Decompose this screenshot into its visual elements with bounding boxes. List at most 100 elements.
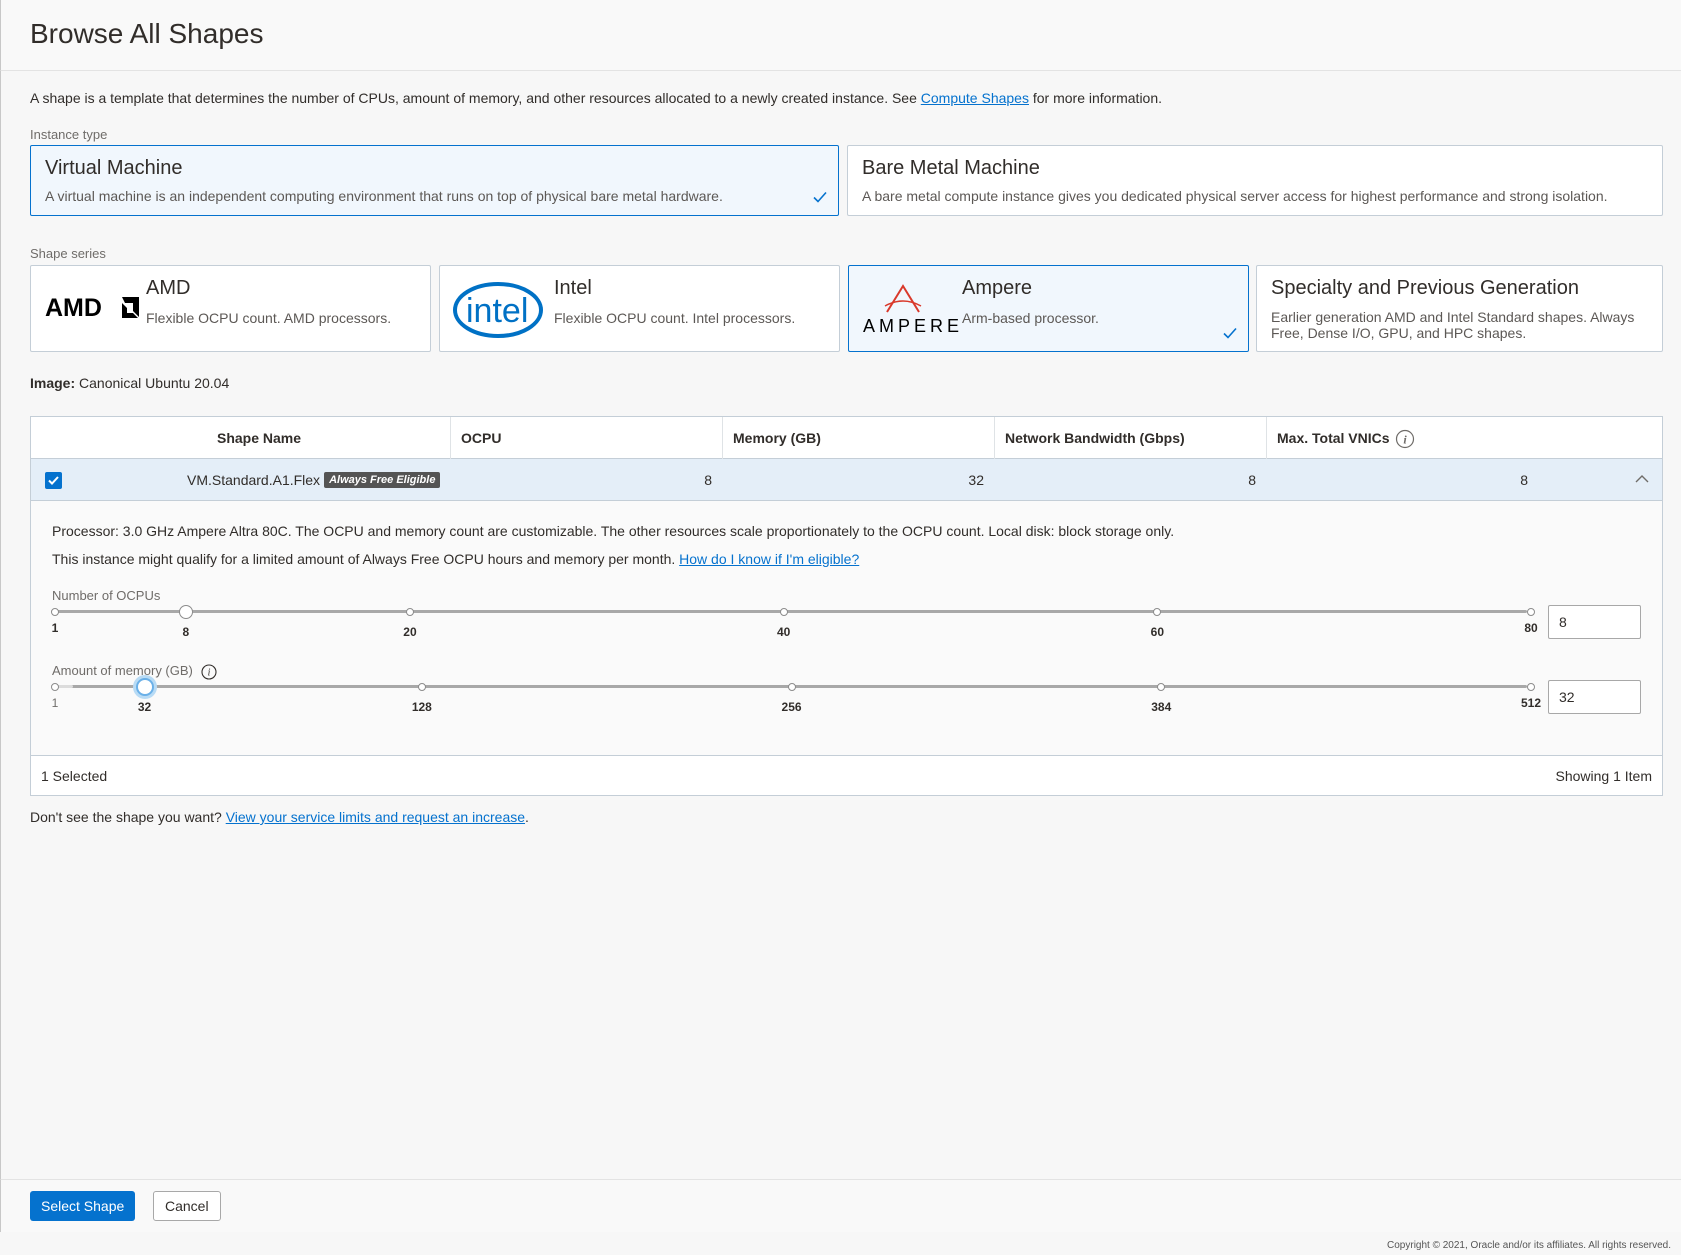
select-shape-button[interactable]: Select Shape [30,1191,136,1221]
image-info: Image: Canonical Ubuntu 20.04 [30,375,229,391]
intro-text-before: A shape is a template that determines th… [30,90,921,106]
slider-tick [787,682,796,691]
row-checkbox[interactable] [45,472,62,489]
cancel-button[interactable]: Cancel [153,1191,221,1221]
slider-tick [1157,682,1166,691]
free-tier-text: This instance might qualify for a limite… [52,551,680,567]
cell-memory: 32 [968,472,984,488]
card-title: Virtual Machine [45,157,183,179]
table-footer: 1 Selected Showing 1 Item [31,755,1662,795]
dialog-header: Browse All Shapes [0,0,1681,71]
page-title: Browse All Shapes [30,18,264,49]
col-max-vnics[interactable]: Max. Total VNICs i [1266,417,1662,459]
slider-tick-label: 8 [182,625,190,639]
slider-tick-label: 20 [403,625,417,639]
limits-text: Don't see the shape you want? [30,809,226,825]
slider-thumb[interactable] [178,604,193,619]
card-description: A bare metal compute instance gives you … [862,188,1608,204]
slider-tick-label: 512 [1520,696,1542,710]
compute-shapes-link[interactable]: Compute Shapes [921,90,1029,106]
slider-tick [779,607,788,616]
col-shape-name[interactable]: Shape Name [178,417,450,459]
shape-series-amd[interactable]: AMD AMD Flexible OCPU count. AMD process… [30,265,431,352]
eligibility-link[interactable]: How do I know if I'm eligible? [679,551,859,567]
intro-text-after: for more information. [1028,90,1163,106]
ocpu-slider[interactable]: 1 8 20 40 60 80 [31,601,1541,641]
limits-end: . [525,809,529,825]
checkmark-icon [48,476,59,485]
cell-shape-name: VM.Standard.A1.Flex Always Free Eligible [187,459,441,501]
slider-tick [417,682,426,691]
dialog-body: A shape is a template that determines th… [0,71,1681,1179]
processor-info: Processor: 3.0 GHz Ampere Altra 80C. The… [52,523,1175,539]
slider-tick [51,682,59,691]
amd-logo: AMD [45,294,139,322]
col-network-bandwidth[interactable]: Network Bandwidth (Gbps) [994,417,1266,459]
svg-text:i: i [1404,433,1408,447]
table-header: Shape Name OCPU Memory (GB) Network Band… [31,417,1662,459]
card-description: Earlier generation AMD and Intel Standar… [1271,309,1635,341]
cell-bandwidth: 8 [1248,472,1256,488]
shape-series-intel[interactable]: intel Intel Flexible OCPU count. Intel p… [439,265,840,352]
memory-input[interactable]: 32 [1548,680,1641,714]
chevron-up-icon[interactable] [1635,474,1649,484]
slider-tick-label: 40 [776,625,791,639]
slider-thumb[interactable] [135,677,154,696]
slider-tick-label: 32 [137,700,152,714]
free-tier-info: This instance might qualify for a limite… [52,551,859,567]
shape-series-ampere[interactable]: AMPERE Ampere Arm-based processor. [848,265,1249,352]
col-max-vnics-label: Max. Total VNICs [1277,430,1390,446]
instance-type-bare-metal[interactable]: Bare Metal Machine A bare metal compute … [847,145,1663,216]
checkmark-icon [813,191,827,203]
slider-tick [51,607,59,616]
shape-series-label: Shape series [30,246,106,261]
slider-tick-label: 60 [1150,625,1165,639]
intel-logo: intel [453,282,543,338]
intro-text: A shape is a template that determines th… [30,90,1162,106]
slider-tick-label: 256 [781,700,802,714]
slider-tick-label: 384 [1151,700,1172,714]
slider-track[interactable] [51,610,1527,613]
item-count: Showing 1 Item [1555,768,1653,784]
dialog-footer: Select Shape Cancel [0,1179,1681,1232]
card-title: Specialty and Previous Generation [1271,277,1579,299]
row-details: Processor: 3.0 GHz Ampere Altra 80C. The… [31,501,1662,755]
copyright: Copyright © 2021, Oracle and/or its affi… [1387,1240,1671,1251]
ocpu-input[interactable]: 8 [1548,605,1641,639]
card-title: Intel [554,277,592,299]
instance-type-virtual-machine[interactable]: Virtual Machine A virtual machine is an … [30,145,839,216]
service-limits-link[interactable]: View your service limits and request an … [226,809,525,825]
slider-tick [405,607,414,616]
ampere-logo-text: AMPERE [863,316,964,336]
col-memory[interactable]: Memory (GB) [722,417,994,459]
info-icon[interactable]: i [1395,429,1415,449]
service-limits-text: Don't see the shape you want? View your … [30,809,529,825]
card-title: AMD [146,277,191,299]
intel-logo-text: intel [466,292,528,330]
card-description: Flexible OCPU count. AMD processors. [146,310,392,326]
card-title: Ampere [962,277,1033,299]
card-description: Arm-based processor. [962,310,1099,326]
image-label: Image: [30,375,76,391]
amd-logo-text: AMD [45,294,102,322]
slider-tick-label: 1 [51,696,59,710]
shape-series-specialty[interactable]: Specialty and Previous Generation Earlie… [1256,265,1663,352]
always-free-badge: Always Free Eligible [324,472,441,489]
instance-type-label: Instance type [30,127,108,142]
slider-tick-label: 1 [51,621,59,635]
selected-count: 1 Selected [41,768,108,784]
cell-vnics: 8 [1520,472,1528,488]
slider-tick [1153,607,1162,616]
ampere-logo-icon [884,284,922,313]
card-title: Bare Metal Machine [862,157,1040,179]
checkmark-icon [1223,327,1237,339]
slider-tick-label: 128 [411,700,432,714]
col-ocpu[interactable]: OCPU [450,417,722,459]
slider-tick-label: 80 [1524,621,1538,635]
cell-ocpu: 8 [704,472,712,488]
shape-name-text: VM.Standard.A1.Flex [187,472,321,488]
card-description: A virtual machine is an independent comp… [45,188,723,204]
shapes-table: Shape Name OCPU Memory (GB) Network Band… [30,416,1663,796]
memory-slider[interactable]: 1 32 128 256 384 512 [31,676,1541,716]
table-row[interactable]: VM.Standard.A1.Flex Always Free Eligible … [31,459,1662,501]
